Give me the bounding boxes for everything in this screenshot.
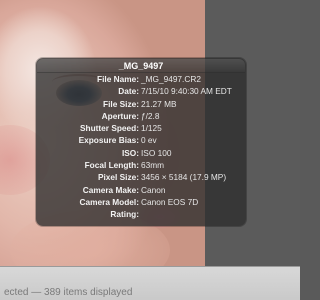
metadata-info-panel[interactable]: _MG_9497 File Name: _MG_9497.CR2 Date: 7… bbox=[36, 58, 246, 226]
info-label: Camera Model: bbox=[79, 196, 139, 207]
info-value: Canon bbox=[141, 184, 166, 195]
info-row-exposure-bias: Exposure Bias: 0 ev bbox=[36, 134, 246, 146]
info-row-camera-model: Camera Model: Canon EOS 7D bbox=[36, 196, 246, 208]
info-value: _MG_9497.CR2 bbox=[141, 74, 201, 84]
info-label: Camera Make: bbox=[82, 184, 139, 195]
info-panel-title: _MG_9497 bbox=[118, 61, 164, 71]
info-row-file-size: File Size: 21.27 MB bbox=[36, 98, 246, 110]
info-label: Focal Length: bbox=[84, 160, 139, 171]
info-row-focal-length: Focal Length: 63mm bbox=[36, 159, 246, 171]
info-value: 1/125 bbox=[141, 123, 162, 134]
info-label: ISO: bbox=[121, 147, 139, 158]
info-label: Aperture: bbox=[101, 110, 139, 121]
info-label: Rating: bbox=[110, 209, 139, 220]
info-value: 0 ev bbox=[141, 135, 157, 146]
info-value: 3456 × 5184 (17.9 MP) bbox=[141, 172, 227, 183]
photo-viewer: _MG_9497 File Name: _MG_9497.CR2 Date: 7… bbox=[0, 0, 300, 300]
info-label: File Size: bbox=[103, 98, 139, 109]
status-bar: ected — 389 items displayed bbox=[0, 266, 300, 300]
status-text: ected — 389 items displayed bbox=[4, 287, 133, 298]
info-row-date: Date: 7/15/10 9:40:30 AM EDT bbox=[36, 85, 246, 97]
info-value: 63mm bbox=[141, 160, 165, 171]
info-label: File Name: bbox=[97, 74, 139, 84]
info-value: ƒ/2.8 bbox=[141, 110, 160, 121]
info-value: Canon EOS 7D bbox=[141, 196, 199, 207]
info-label: Date: bbox=[118, 86, 139, 97]
info-label: Shutter Speed: bbox=[79, 123, 139, 134]
info-row-iso: ISO: ISO 100 bbox=[36, 147, 246, 159]
info-row-shutter-speed: Shutter Speed: 1/125 bbox=[36, 122, 246, 134]
info-row-file-name: File Name: _MG_9497.CR2 bbox=[36, 73, 246, 85]
info-panel-rows: File Name: _MG_9497.CR2 Date: 7/15/10 9:… bbox=[36, 73, 246, 221]
info-label: Exposure Bias: bbox=[78, 135, 139, 146]
info-row-rating: Rating: bbox=[36, 208, 246, 220]
info-value: 7/15/10 9:40:30 AM EDT bbox=[141, 86, 232, 97]
info-row-aperture: Aperture: ƒ/2.8 bbox=[36, 110, 246, 122]
info-value: 21.27 MB bbox=[141, 98, 177, 109]
info-row-camera-make: Camera Make: Canon bbox=[36, 184, 246, 196]
info-row-pixel-size: Pixel Size: 3456 × 5184 (17.9 MP) bbox=[36, 171, 246, 183]
info-label: Pixel Size: bbox=[97, 172, 139, 183]
info-value: ISO 100 bbox=[141, 147, 172, 158]
